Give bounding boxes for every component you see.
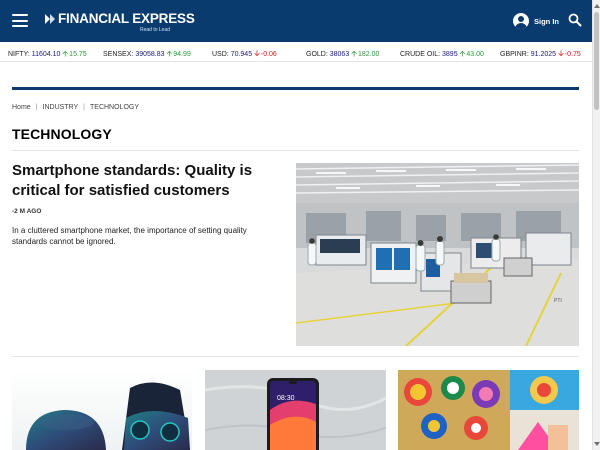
ticker-item-sensex[interactable]: SENSEX: 39058.83 🡩94.99 — [103, 48, 191, 62]
arrow-down-icon: 🡫 — [254, 49, 260, 58]
site-logo[interactable]: FINANCIAL EXPRESS Read to Lead — [44, 11, 195, 33]
ticker-item-usd[interactable]: USD: 70.945 🡫-0.06 — [212, 48, 277, 62]
search-icon[interactable] — [568, 13, 582, 27]
page-title: TECHNOLOGY — [12, 126, 112, 142]
breadcrumb-home[interactable]: Home — [12, 104, 31, 111]
breadcrumb-separator: | — [35, 104, 38, 111]
ticker-change: 15.75 — [69, 51, 87, 58]
hamburger-icon[interactable] — [12, 14, 28, 27]
ticker-value: 39058.83 — [135, 51, 165, 58]
page-scrollbar[interactable] — [592, 0, 600, 450]
arrow-up-icon: 🡩 — [459, 49, 466, 58]
arrow-up-icon: 🡩 — [166, 49, 173, 58]
ticker-item-crude-oil[interactable]: CRUDE OIL: 3895 🡩43.00 — [400, 48, 484, 62]
breadcrumb-separator: | — [83, 104, 85, 111]
breadcrumb-technology[interactable]: TECHNOLOGY — [90, 104, 139, 111]
lead-headline[interactable]: Smartphone standards: Quality is critica… — [12, 161, 282, 201]
ticker-change: 43.00 — [466, 51, 484, 58]
article-thumbnail[interactable] — [12, 370, 192, 450]
ticker-value: 91.2025 — [530, 51, 557, 58]
arrow-up-icon: 🡩 — [62, 49, 69, 58]
ticker-name: GBPINR: — [500, 51, 529, 58]
lead-article-image[interactable]: PTI — [296, 163, 579, 346]
svg-text:08:30: 08:30 — [277, 395, 295, 402]
divider — [12, 150, 579, 151]
ticker-value: 11604.10 — [31, 51, 61, 58]
ticker-item-gold[interactable]: GOLD: 38063 🡩182.00 — [306, 48, 379, 62]
section-divider — [12, 87, 579, 90]
ticker-item-nifty[interactable]: NIFTY: 11604.10 🡩15.75 — [8, 48, 87, 62]
article-thumbnail[interactable] — [398, 370, 579, 450]
ticker-name: NIFTY: — [8, 51, 30, 58]
ticker-value: 3895 — [442, 51, 458, 58]
earbuds-image — [12, 370, 192, 450]
signin-button[interactable]: Sign In — [513, 13, 559, 29]
factory-image: PTI — [296, 163, 579, 346]
divider — [12, 356, 579, 357]
ticker-change: -0.75 — [564, 51, 581, 58]
ticker-name: CRUDE OIL: — [400, 51, 441, 58]
ticker-name: SENSEX: — [103, 51, 134, 58]
arrow-up-icon: 🡩 — [351, 49, 357, 58]
logo-tagline: Read to Lead — [140, 27, 171, 33]
article-timestamp: -2 M AGO — [12, 208, 42, 215]
scroll-up-icon[interactable] — [594, 2, 600, 10]
breadcrumb: Home | INDUSTRY | TECHNOLOGY — [12, 104, 139, 111]
breadcrumb-industry[interactable]: INDUSTRY — [43, 104, 79, 111]
logo-mark-icon — [45, 13, 55, 24]
signin-label: Sign In — [534, 16, 559, 26]
article-thumbnail[interactable]: 08:30 — [205, 370, 386, 450]
ticker-change: -0.06 — [260, 51, 277, 58]
ticker-change: 94.99 — [173, 51, 191, 58]
smartphone-image: 08:30 — [205, 370, 386, 450]
ticker-name: GOLD: — [306, 51, 328, 58]
rangoli-image — [398, 370, 579, 450]
ticker-item-gbpinr[interactable]: GBPINR: 91.2025 🡫-0.75 — [500, 48, 581, 62]
scroll-thumb[interactable] — [594, 12, 599, 110]
market-ticker: NIFTY: 11604.10 🡩15.75 SENSEX: 39058.83 🡩9… — [0, 42, 592, 62]
article-summary: In a cluttered smartphone market, the im… — [12, 226, 247, 246]
arrow-down-icon: 🡫 — [558, 49, 564, 58]
site-header: FINANCIAL EXPRESS Read to Lead Sign In — [0, 0, 592, 42]
ticker-value: 38063 — [329, 51, 350, 58]
ticker-change: 182.00 — [357, 51, 380, 58]
svg-text:PTI: PTI — [554, 298, 562, 304]
user-icon — [513, 13, 529, 29]
ticker-name: USD: — [212, 51, 229, 58]
logo-text: FINANCIAL EXPRESS — [58, 11, 195, 26]
scroll-down-icon[interactable] — [594, 440, 600, 448]
ticker-value: 70.945 — [230, 51, 253, 58]
